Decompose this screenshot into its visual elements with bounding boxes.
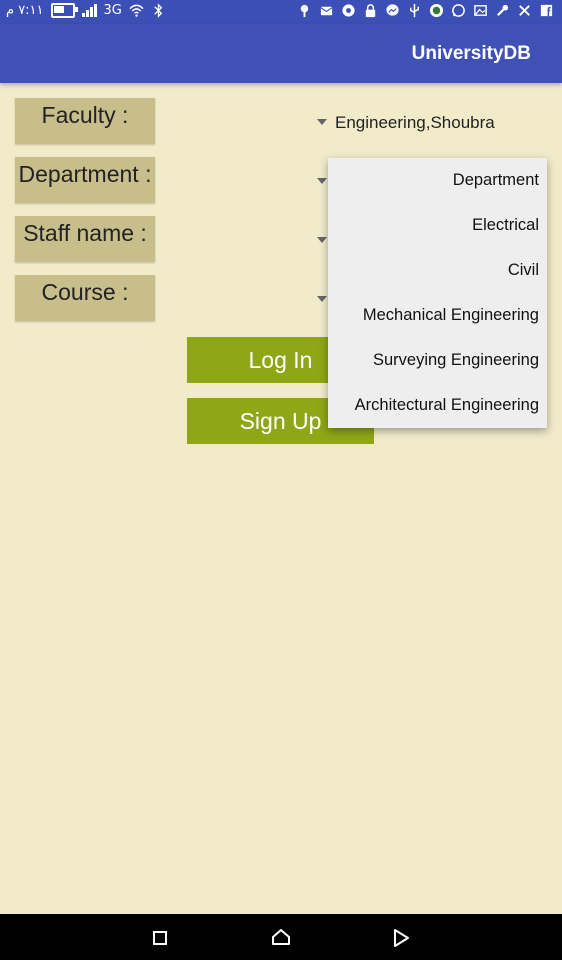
faculty-spinner[interactable]: Engineering,Shoubra bbox=[310, 106, 510, 140]
faculty-label: Faculty : bbox=[15, 98, 155, 144]
messenger-icon bbox=[386, 4, 399, 16]
department-dropdown-menu: Department Electrical Civil Mechanical E… bbox=[328, 158, 547, 428]
dropdown-arrow-icon bbox=[317, 119, 327, 125]
network-type: 3G bbox=[103, 3, 122, 18]
course-spinner[interactable] bbox=[310, 283, 330, 317]
signal-icon bbox=[81, 4, 97, 17]
dropdown-arrow-icon bbox=[317, 178, 327, 184]
facebook-icon bbox=[540, 4, 553, 17]
dropdown-item-department[interactable]: Department bbox=[328, 158, 547, 203]
recents-icon[interactable] bbox=[148, 926, 172, 950]
tools-icon bbox=[519, 5, 530, 16]
whatsapp-icon bbox=[452, 4, 465, 17]
clock: ٧:١١ م bbox=[6, 3, 44, 18]
mail-icon bbox=[320, 6, 333, 16]
image-icon bbox=[474, 5, 487, 16]
home-icon[interactable] bbox=[269, 926, 293, 950]
usb-icon bbox=[410, 3, 419, 18]
lock-icon bbox=[365, 4, 376, 18]
navigation-bar bbox=[0, 914, 562, 960]
staff-name-spinner[interactable] bbox=[310, 224, 330, 258]
battery-icon bbox=[50, 3, 78, 18]
dropdown-item-architectural[interactable]: Architectural Engineering bbox=[328, 383, 547, 428]
dropdown-item-civil[interactable]: Civil bbox=[328, 248, 547, 293]
dropdown-arrow-icon bbox=[317, 296, 327, 302]
staff-name-label: Staff name : bbox=[15, 216, 155, 262]
status-right bbox=[297, 3, 554, 18]
status-bar: ٧:١١ م 3G bbox=[0, 0, 562, 24]
dropdown-item-mechanical[interactable]: Mechanical Engineering bbox=[328, 293, 547, 338]
bluetooth-icon bbox=[154, 3, 163, 18]
pin-icon bbox=[300, 4, 309, 18]
chrome-icon bbox=[342, 4, 355, 17]
department-label: Department : bbox=[15, 157, 155, 203]
app-bar: UniversityDB bbox=[0, 24, 562, 83]
wifi-icon bbox=[129, 4, 144, 17]
back-icon[interactable] bbox=[389, 926, 413, 950]
dropdown-item-surveying[interactable]: Surveying Engineering bbox=[328, 338, 547, 383]
wrench-icon bbox=[497, 4, 509, 16]
course-label: Course : bbox=[15, 275, 155, 321]
dropdown-arrow-icon bbox=[317, 237, 327, 243]
department-spinner[interactable] bbox=[310, 165, 330, 199]
status-left: ٧:١١ م 3G bbox=[6, 3, 166, 18]
app-title: UniversityDB bbox=[411, 43, 531, 64]
app-icon bbox=[429, 3, 444, 18]
dropdown-item-electrical[interactable]: Electrical bbox=[328, 203, 547, 248]
faculty-spinner-value: Engineering,Shoubra bbox=[335, 113, 495, 132]
